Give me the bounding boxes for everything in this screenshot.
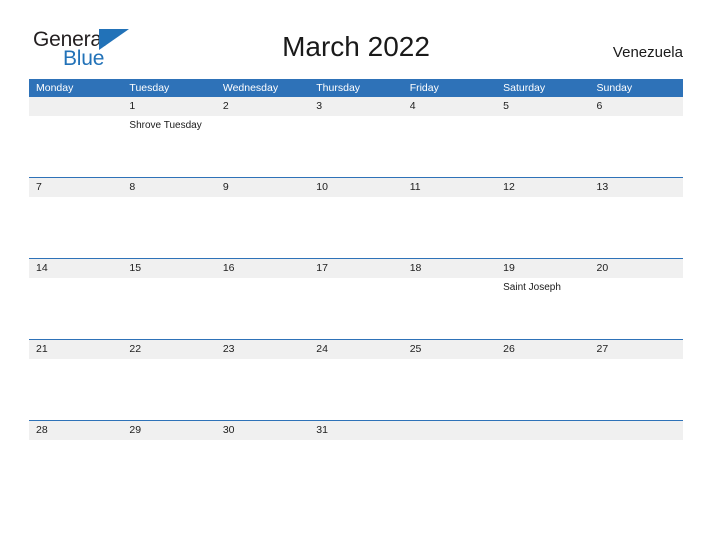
day-cell[interactable] xyxy=(29,197,122,258)
day-number[interactable]: 22 xyxy=(122,340,215,359)
day-number[interactable]: 3 xyxy=(309,97,402,116)
week-date-band: 7 8 9 10 11 12 13 xyxy=(29,178,683,197)
day-number[interactable]: 11 xyxy=(403,178,496,197)
day-number[interactable] xyxy=(590,421,683,440)
day-number[interactable]: 21 xyxy=(29,340,122,359)
week-date-band: 28 29 30 31 xyxy=(29,421,683,440)
day-number[interactable]: 16 xyxy=(216,259,309,278)
day-cell[interactable] xyxy=(216,197,309,258)
day-cell[interactable] xyxy=(309,440,402,501)
day-cell[interactable] xyxy=(29,116,122,177)
day-number[interactable]: 15 xyxy=(122,259,215,278)
day-cell[interactable] xyxy=(590,116,683,177)
week-row: 14 15 16 17 18 19 20 Saint Joseph xyxy=(29,258,683,339)
day-number[interactable]: 19 xyxy=(496,259,589,278)
day-number[interactable]: 12 xyxy=(496,178,589,197)
day-cell[interactable] xyxy=(403,116,496,177)
week-event-band xyxy=(29,359,683,420)
day-cell[interactable]: Saint Joseph xyxy=(496,278,589,339)
day-cell[interactable] xyxy=(590,359,683,420)
day-cell[interactable] xyxy=(29,440,122,501)
weekday-header-sunday: Sunday xyxy=(596,82,633,94)
day-cell[interactable] xyxy=(309,197,402,258)
day-cell[interactable]: Shrove Tuesday xyxy=(122,116,215,177)
weekday-header-wednesday: Wednesday xyxy=(222,82,279,94)
day-cell[interactable] xyxy=(403,278,496,339)
day-number[interactable]: 5 xyxy=(496,97,589,116)
day-cell[interactable] xyxy=(122,359,215,420)
day-cell[interactable] xyxy=(309,116,402,177)
weekday-header-friday: Friday xyxy=(409,82,439,94)
day-number[interactable]: 27 xyxy=(590,340,683,359)
day-number[interactable]: 10 xyxy=(309,178,402,197)
day-cell[interactable] xyxy=(403,440,496,501)
day-number[interactable]: 29 xyxy=(122,421,215,440)
page-title: March 2022 xyxy=(282,31,430,62)
week-event-band: Shrove Tuesday xyxy=(29,116,683,177)
day-cell[interactable] xyxy=(403,197,496,258)
day-cell[interactable] xyxy=(216,116,309,177)
day-cell[interactable] xyxy=(29,359,122,420)
event-label: Saint Joseph xyxy=(503,282,561,293)
day-cell[interactable] xyxy=(590,440,683,501)
page-header: General Blue March 2022 Venezuela xyxy=(0,0,712,79)
week-row: 28 29 30 31 xyxy=(29,420,683,501)
day-cell[interactable] xyxy=(496,197,589,258)
week-date-band: 21 22 23 24 25 26 27 xyxy=(29,340,683,359)
week-date-band: 1 2 3 4 5 6 xyxy=(29,97,683,116)
week-row: 21 22 23 24 25 26 27 xyxy=(29,339,683,420)
day-cell[interactable] xyxy=(122,278,215,339)
day-cell[interactable] xyxy=(496,359,589,420)
week-event-band xyxy=(29,440,683,501)
week-date-band: 14 15 16 17 18 19 20 xyxy=(29,259,683,278)
day-number[interactable]: 13 xyxy=(590,178,683,197)
day-number[interactable] xyxy=(403,421,496,440)
region-label: Venezuela xyxy=(612,44,683,61)
day-number[interactable]: 7 xyxy=(29,178,122,197)
day-number[interactable]: 23 xyxy=(216,340,309,359)
day-cell[interactable] xyxy=(590,197,683,258)
weekday-header-row: Monday Tuesday Wednesday Thursday Friday… xyxy=(29,79,683,97)
day-number[interactable]: 24 xyxy=(309,340,402,359)
day-number[interactable]: 31 xyxy=(309,421,402,440)
day-cell[interactable] xyxy=(496,116,589,177)
week-event-band: Saint Joseph xyxy=(29,278,683,339)
event-label: Shrove Tuesday xyxy=(129,120,202,131)
day-cell[interactable] xyxy=(216,440,309,501)
day-cell[interactable] xyxy=(403,359,496,420)
day-number[interactable]: 18 xyxy=(403,259,496,278)
day-number[interactable]: 30 xyxy=(216,421,309,440)
day-cell[interactable] xyxy=(309,359,402,420)
day-number[interactable]: 8 xyxy=(122,178,215,197)
day-number[interactable]: 28 xyxy=(29,421,122,440)
day-number[interactable]: 9 xyxy=(216,178,309,197)
day-number[interactable] xyxy=(29,97,122,116)
day-number[interactable] xyxy=(496,421,589,440)
day-number[interactable]: 14 xyxy=(29,259,122,278)
day-cell[interactable] xyxy=(216,278,309,339)
weekday-header-thursday: Thursday xyxy=(316,82,361,94)
day-number[interactable]: 17 xyxy=(309,259,402,278)
day-cell[interactable] xyxy=(122,197,215,258)
day-number[interactable]: 20 xyxy=(590,259,683,278)
weekday-header-monday: Monday xyxy=(36,82,74,94)
day-number[interactable]: 26 xyxy=(496,340,589,359)
day-number[interactable]: 2 xyxy=(216,97,309,116)
day-number[interactable]: 4 xyxy=(403,97,496,116)
day-cell[interactable] xyxy=(309,278,402,339)
calendar-grid: Monday Tuesday Wednesday Thursday Friday… xyxy=(29,79,683,501)
weekday-header-tuesday: Tuesday xyxy=(129,82,170,94)
day-cell[interactable] xyxy=(590,278,683,339)
day-number[interactable]: 1 xyxy=(122,97,215,116)
week-event-band xyxy=(29,197,683,258)
day-cell[interactable] xyxy=(29,278,122,339)
week-row: 7 8 9 10 11 12 13 xyxy=(29,177,683,258)
weekday-header-saturday: Saturday xyxy=(503,82,546,94)
day-number[interactable]: 25 xyxy=(403,340,496,359)
day-number[interactable]: 6 xyxy=(590,97,683,116)
day-cell[interactable] xyxy=(496,440,589,501)
day-cell[interactable] xyxy=(122,440,215,501)
week-row: 1 2 3 4 5 6 Shrove Tuesday xyxy=(29,97,683,177)
day-cell[interactable] xyxy=(216,359,309,420)
